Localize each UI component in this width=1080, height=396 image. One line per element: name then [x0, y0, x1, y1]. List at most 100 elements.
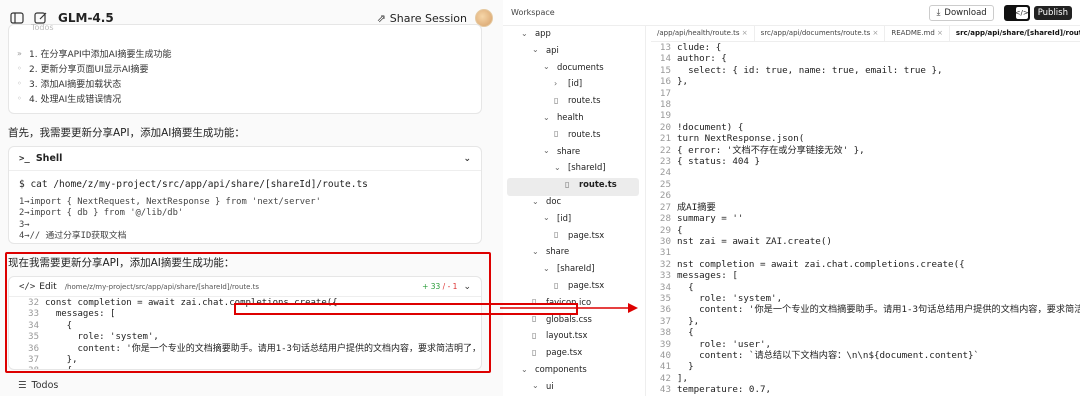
share-icon: ⇗ — [376, 11, 386, 25]
code-editor[interactable]: 13 clude: {14 author: {15 select: { id: tr… — [651, 42, 1080, 396]
code-line: 34 { — [651, 282, 1080, 293]
close-icon[interactable]: × — [742, 29, 748, 37]
tree-folder[interactable]: ⌄ api — [532, 45, 559, 55]
code-line: 22 { error: '文档不存在或分享链接无效' }, — [651, 145, 1080, 156]
code-line: 13 clude: { — [651, 42, 1080, 53]
tree-file[interactable]: ▯ layout.tsx — [532, 330, 587, 340]
editor-tab[interactable]: src/app/api/share/[shareId]/route.ts — [949, 26, 1080, 41]
tree-file[interactable]: ▯ globals.css — [532, 314, 592, 324]
tree-folder[interactable]: ⌄ documents — [543, 62, 604, 72]
code-line: 40 content: `请总结以下文档内容：\n\n${document.co… — [651, 350, 1080, 361]
tree-item-label: route.ts — [568, 128, 601, 139]
code-text: role: 'user', — [677, 338, 772, 350]
tree-file[interactable]: ▯ route.ts — [554, 95, 600, 105]
shell-command: $ cat /home/z/my-project/src/app/api/sha… — [19, 179, 368, 190]
tree-folder[interactable]: ⌄ [shareId] — [554, 162, 606, 172]
editor-tab[interactable]: README.md × — [885, 26, 950, 41]
code-line: 18 — [651, 99, 1080, 110]
file-icon: ▯ — [554, 230, 559, 240]
close-icon[interactable]: × — [873, 29, 879, 37]
shell-header[interactable]: >_ Shell ⌄ — [9, 147, 481, 171]
tree-folder[interactable]: ⌄ doc — [532, 196, 561, 206]
chevron-down-icon: ⌄ — [532, 196, 539, 206]
code-line: 43 temperature: 0.7, — [651, 384, 1080, 395]
tab-label: /app/api/health/route.ts — [657, 29, 740, 37]
chevron-down-icon: ⌄ — [532, 381, 539, 391]
chevron-down-icon: ⌄ — [543, 62, 550, 72]
tree-folder[interactable]: ⌄ [shareId] — [543, 263, 595, 273]
download-label: Download — [944, 7, 987, 18]
editor-tabs: /app/api/health/route.ts × src/app/api/do… — [651, 26, 1080, 42]
shell-output-line: 2→import { db } from '@/lib/db' — [19, 208, 184, 218]
code-line: 23 { status: 404 } — [651, 156, 1080, 167]
code-text: role: 'system', — [677, 292, 783, 304]
chevron-down-icon: ⌄ — [554, 162, 561, 172]
tree-item-label: doc — [546, 196, 562, 206]
tree-folder[interactable]: ⌄ [id] — [543, 213, 571, 223]
code-line: 16}, — [651, 76, 1080, 87]
code-highlight-box — [234, 303, 578, 315]
line-number: 31 — [659, 247, 671, 259]
code-text: }, — [677, 76, 689, 88]
code-line: 20 !document) { — [651, 122, 1080, 133]
sidebar-toggle-icon[interactable] — [10, 11, 24, 25]
tree-item-label: health — [557, 112, 584, 122]
share-session-button[interactable]: ⇗ Share Session — [377, 12, 467, 25]
code-text: 成AI摘要 — [677, 201, 716, 213]
tree-folder[interactable]: › [id] — [554, 78, 582, 88]
line-number: 40 — [659, 349, 671, 361]
chevron-down-icon[interactable]: ⌄ — [463, 154, 471, 164]
tree-folder[interactable]: ⌄ share — [532, 246, 569, 256]
chevron-right-icon: › — [554, 78, 558, 88]
code-text: nst zai = await ZAI.create() — [677, 235, 832, 247]
tree-file[interactable]: ▯ route.ts — [565, 179, 617, 189]
close-icon[interactable]: × — [937, 29, 943, 37]
workspace-label: Workspace — [511, 8, 555, 17]
todo-text: 2. 更新分享页面UI显示AI摘要 — [29, 65, 149, 75]
chevron-down-icon: ⌄ — [521, 28, 528, 38]
download-button[interactable]: ⤓ Download — [929, 4, 994, 21]
tree-file[interactable]: ▯ route.ts — [554, 129, 600, 139]
line-number: 16 — [659, 76, 671, 88]
publish-button[interactable]: Publish — [1033, 5, 1072, 20]
code-text: content: '你是一个专业的文档摘要助手。请用1-3句话总结用户提供的文档… — [699, 304, 1080, 316]
editor-tab[interactable]: src/app/api/documents/route.ts × — [755, 26, 886, 41]
code-text: temperature: 0.7, — [677, 384, 772, 396]
tree-item-label: [id] — [557, 212, 572, 223]
code-line: 27 成AI摘要 — [651, 202, 1080, 213]
chevron-down-icon: ⌄ — [521, 364, 528, 374]
code-text: ], — [677, 372, 689, 384]
code-line: 36 content: '你是一个专业的文档摘要助手。请用1-3句话总结用户提供… — [651, 304, 1080, 315]
tree-item-label: layout.tsx — [546, 330, 588, 341]
editor-tab[interactable]: /app/api/health/route.ts × — [651, 26, 755, 41]
shell-output-line: 3→ — [19, 219, 30, 230]
tree-folder[interactable]: ⌄ app — [521, 28, 551, 38]
tree-file[interactable]: ▯ page.tsx — [554, 230, 604, 240]
tree-file[interactable]: ▯ page.tsx — [554, 280, 604, 290]
code-line: 28 summary = '' — [651, 213, 1080, 224]
list-icon: ☰ — [18, 380, 27, 391]
tab-label: src/app/api/documents/route.ts — [760, 29, 871, 37]
tree-item-label: api — [546, 44, 559, 55]
line-number: 28 — [659, 213, 671, 225]
code-view-toggle[interactable]: </> — [1003, 4, 1030, 21]
code-line: 37 }, — [651, 316, 1080, 327]
todo-status-icon: ◦ — [17, 94, 22, 103]
tree-file[interactable]: ▯ page.tsx — [532, 347, 582, 357]
todos-footer[interactable]: ☰ Todos — [18, 380, 58, 391]
tree-folder[interactable]: ⌄ share — [543, 146, 580, 156]
line-number: 14 — [659, 53, 671, 65]
todo-item: ◦ 4. 处理AI生成错误情况 — [17, 92, 121, 105]
todo-status-icon: ◦ — [17, 79, 22, 88]
line-number: 34 — [659, 281, 671, 293]
chevron-down-icon: ⌄ — [543, 213, 550, 223]
tree-folder[interactable]: ⌄ ui — [532, 381, 554, 391]
code-text: author: { — [677, 53, 727, 65]
tree-item-label: ui — [546, 380, 554, 391]
tab-label: src/app/api/share/[shareId]/route.ts — [955, 29, 1080, 37]
tree-folder[interactable]: ⌄ health — [543, 112, 584, 122]
tree-folder[interactable]: ⌄ components — [521, 364, 587, 374]
code-line: 21 turn NextResponse.json( — [651, 133, 1080, 144]
line-number: 41 — [659, 361, 671, 373]
tree-item-label: [id] — [568, 78, 583, 89]
